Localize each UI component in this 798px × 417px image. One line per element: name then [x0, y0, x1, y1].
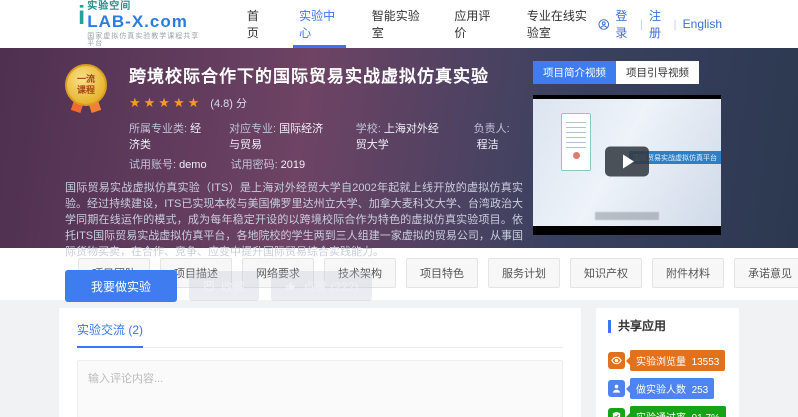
video-tabs: 项目简介视频 项目引导视频: [533, 61, 721, 84]
video-panel: 项目简介视频 项目引导视频 国际贸易实战虚拟仿真平台: [533, 61, 721, 235]
logo-cn-name: 实验空间: [87, 2, 201, 12]
meta-label: 对应专业:: [229, 123, 276, 135]
favorite-label: 收藏: [221, 278, 245, 295]
language-link[interactable]: English: [683, 17, 722, 31]
favorite-button[interactable]: 收藏: [189, 271, 259, 301]
video-caption-blur: [595, 212, 659, 220]
stat-label: 实验浏览量: [636, 357, 686, 368]
first-class-course-medal-icon: 一流 课程: [65, 64, 115, 106]
tab-experiment-discussion[interactable]: 实验交流 (2): [77, 321, 143, 348]
medal-text-line2: 课程: [77, 85, 95, 96]
tab-commitment[interactable]: 承诺意见: [734, 258, 798, 288]
comment-input[interactable]: [77, 360, 563, 417]
like-button[interactable]: 点赞 (222): [271, 271, 372, 301]
experiment-hero-banner: 一流 课程 跨境校际合作下的国际贸易实战虚拟仿真实验 ★★★★★ (4.8) 分…: [0, 48, 798, 248]
nav-item-app-evaluation[interactable]: 应用评价: [454, 0, 495, 48]
divider: [77, 347, 563, 348]
top-header: i 实验空间 LAB-X.com 国家虚拟仿真实验教学课程共享平台 首页 实验中…: [0, 0, 798, 48]
comments-card: 实验交流 (2): [59, 308, 581, 417]
meta-value-trial-password: 2019: [281, 159, 305, 171]
nav-item-smart-lab[interactable]: 智能实验室: [372, 0, 423, 48]
auth-separator: |: [640, 17, 643, 31]
meta-label: 所属专业类:: [129, 123, 187, 135]
experiment-description: 国际贸易实战虚拟仿真实验（ITS）是上海对外经贸大学自2002年起就上线开放的虚…: [65, 180, 523, 260]
register-link[interactable]: 注册: [649, 7, 667, 41]
rating-score: (4.8) 分: [210, 95, 247, 111]
logo-i-mark: i: [78, 2, 85, 28]
tab-intro-video[interactable]: 项目简介视频: [533, 61, 616, 84]
nav-item-home[interactable]: 首页: [247, 0, 267, 48]
meta-row-2: 试用账号:demo 试用密码:2019: [129, 156, 523, 172]
stat-value: 91.7%: [692, 413, 720, 417]
play-icon: [623, 154, 634, 168]
main-content: 实验交流 (2) 共享应用 实验浏览量 13553 做实验人: [0, 300, 798, 417]
hero-action-buttons: 我要做实验 收藏 点赞 (222): [65, 270, 523, 302]
tab-guide-video[interactable]: 项目引导视频: [616, 61, 699, 84]
stat-label: 做实验人数: [636, 385, 686, 396]
stat-value: 253: [692, 385, 709, 396]
meta-label: 试用账号:: [129, 159, 176, 171]
site-logo[interactable]: i 实验空间 LAB-X.com 国家虚拟仿真实验教学课程共享平台: [78, 2, 201, 47]
video-player[interactable]: 国际贸易实战虚拟仿真平台: [533, 95, 721, 235]
shared-application-title: 共享应用: [608, 320, 727, 333]
auth-links: 登录 | 注册 | English: [598, 7, 722, 41]
rating-row: ★★★★★ (4.8) 分: [129, 95, 523, 111]
auth-separator: |: [674, 17, 677, 31]
like-label: 点赞 (222): [303, 278, 358, 295]
certificate-graphic: [561, 113, 591, 171]
nav-item-experiment-center[interactable]: 实验中心: [299, 0, 340, 48]
main-nav: 首页 实验中心 智能实验室 应用评价 专业在线实验室: [247, 0, 598, 48]
tab-attachments[interactable]: 附件材料: [652, 258, 724, 288]
stat-participants: 做实验人数 253: [608, 378, 727, 399]
rating-stars-icon: ★★★★★: [129, 95, 202, 111]
eye-icon: [608, 352, 625, 369]
thumbs-up-icon: [285, 280, 297, 292]
logo-domain: LAB-X.com: [87, 13, 201, 30]
meta-row-1: 所属专业类:经济类 对应专业:国际经济与贸易 学校:上海对外经贸大学 负责人:程…: [129, 120, 523, 152]
stat-value: 13553: [692, 357, 720, 368]
meta-label: 学校:: [356, 123, 381, 135]
logo-tagline: 国家虚拟仿真实验教学课程共享平台: [87, 33, 201, 47]
meta-label: 试用密码:: [231, 159, 278, 171]
do-experiment-button[interactable]: 我要做实验: [65, 270, 177, 302]
nav-item-online-lab[interactable]: 专业在线实验室: [527, 0, 598, 48]
shared-application-card: 共享应用 实验浏览量 13553 做实验人数 253: [596, 308, 739, 417]
shield-check-icon: [608, 408, 625, 417]
person-icon: [608, 380, 625, 397]
stat-label: 实验通过率: [636, 413, 686, 417]
medal-text-line1: 一流: [77, 74, 95, 85]
user-circle-icon: [598, 17, 610, 32]
login-link[interactable]: 登录: [615, 7, 633, 41]
stat-views: 实验浏览量 13553: [608, 350, 727, 371]
tab-intellectual-property[interactable]: 知识产权: [570, 258, 642, 288]
meta-value-leader: 程洁: [477, 139, 499, 151]
stat-pass-rate: 实验通过率 91.7%: [608, 406, 727, 417]
play-button[interactable]: [605, 146, 649, 176]
meta-value-trial-account: demo: [179, 159, 207, 171]
experiment-title: 跨境校际合作下的国际贸易实战虚拟仿真实验: [129, 62, 523, 87]
experiment-stats: 实验浏览量 13553 做实验人数 253 实验通过率 91.7%: [608, 350, 727, 417]
bookmark-icon: [203, 280, 215, 292]
meta-label: 负责人:: [474, 123, 510, 135]
